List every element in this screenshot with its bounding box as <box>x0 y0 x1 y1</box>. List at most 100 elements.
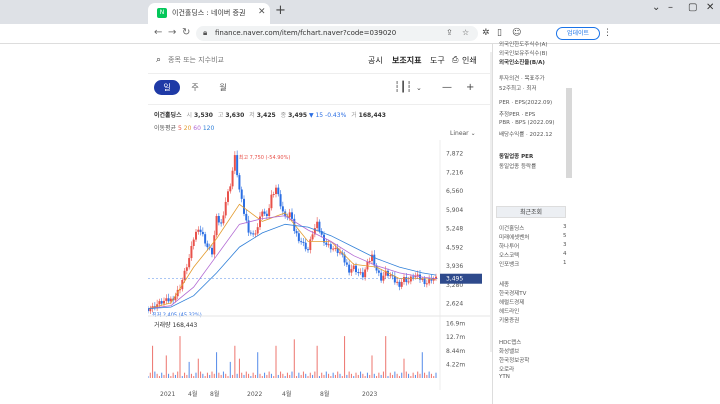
candle-body <box>407 281 410 283</box>
related-item[interactable]: 헤드라인 <box>499 307 519 315</box>
window-collapse-icon[interactable]: ⌄ <box>652 2 660 13</box>
candle-body <box>190 246 193 259</box>
address-bar[interactable]: 🔒︎ finance.naver.com/item/fchart.naver?c… <box>196 26 478 41</box>
volume-bar <box>289 374 291 378</box>
volume-bar <box>190 373 192 378</box>
related-item[interactable]: 세종 <box>499 280 509 288</box>
compare-search-input[interactable] <box>168 53 288 67</box>
volume-tick-label: 4.22m <box>446 361 465 368</box>
price-chart[interactable]: 7,8727,2166,5605,9045,2484,5923,9363,280… <box>148 140 492 404</box>
volume-bar <box>392 374 394 378</box>
related-item[interactable]: 키움증권 <box>499 316 519 324</box>
menu-indicators[interactable]: 보조지표 <box>392 55 421 66</box>
chevron-down-icon[interactable]: ⌄ <box>416 84 422 92</box>
menu-tools[interactable]: 도구 <box>430 55 445 66</box>
candle-body <box>149 308 152 312</box>
scale-toggle[interactable]: Linear ⌄ <box>450 130 476 137</box>
candle-body <box>229 186 232 192</box>
volume-bar <box>252 372 254 378</box>
volume-bar <box>220 374 222 378</box>
sidepanel-icon[interactable]: ▯ <box>497 28 502 38</box>
bookmark-star-icon[interactable]: ☆ <box>462 28 469 37</box>
zoom-out-icon[interactable]: — <box>442 82 452 93</box>
candle-body <box>261 211 264 217</box>
recent-item[interactable]: 미래에셋벤처 <box>499 233 529 241</box>
volume-bar <box>238 358 240 378</box>
sidebar-scrollbar[interactable] <box>566 88 572 178</box>
volume-bar <box>355 372 357 378</box>
candle-body <box>423 278 426 284</box>
candle-body <box>350 269 353 273</box>
candlestick-type-icon[interactable]: ┆┃┆ <box>394 82 412 93</box>
volume-bar <box>213 373 215 378</box>
related-item[interactable]: YTN <box>499 374 510 380</box>
volume-bar <box>293 339 295 378</box>
search-icon[interactable]: ⌕ <box>156 55 161 65</box>
related-item[interactable]: 헤럴드경제 <box>499 298 524 306</box>
recent-item[interactable]: 이건홀딩스 <box>499 224 524 232</box>
related-item[interactable]: HDC랩스 <box>499 338 521 346</box>
sidebar-item[interactable]: 동일업종 등락률 <box>499 162 536 170</box>
related-item[interactable]: 한국정보공학 <box>499 356 529 364</box>
volume-bar <box>312 374 314 378</box>
sidebar-item[interactable]: 동일업종 PER <box>499 152 533 160</box>
profile-avatar-icon[interactable]: ☺ <box>512 28 521 38</box>
volume-bar <box>401 372 403 378</box>
low-annotation: 최저 2,405 (45.32%) <box>152 312 202 319</box>
candle-body <box>256 227 259 234</box>
new-tab-icon[interactable]: + <box>275 3 286 18</box>
volume-bar <box>273 376 275 378</box>
tab-recent[interactable]: 최근조회 <box>496 206 566 218</box>
back-icon[interactable]: ← <box>154 27 162 38</box>
volume-bar <box>364 376 366 378</box>
recent-item[interactable]: 인포뱅크 <box>499 260 519 268</box>
update-button[interactable]: 업데이트 <box>556 27 600 40</box>
window-close-icon[interactable]: ✕ <box>706 2 714 13</box>
tab-close-icon[interactable]: ✕ <box>258 7 266 17</box>
reload-icon[interactable]: ↻ <box>182 27 190 38</box>
period-tab-day[interactable]: 일 <box>154 80 180 95</box>
naver-favicon-icon: N <box>157 8 167 18</box>
forward-icon[interactable]: → <box>168 27 176 38</box>
volume-bar <box>165 355 167 378</box>
share-icon[interactable]: ⇪ <box>446 28 453 37</box>
window-minimize-icon[interactable]: – <box>668 2 673 13</box>
more-menu-icon[interactable]: ⋮ <box>603 28 612 38</box>
ma-legend-item[interactable]: 20 <box>182 125 192 132</box>
candle-body <box>211 247 213 255</box>
volume-bar <box>410 376 412 378</box>
period-tab-week[interactable]: 주 <box>182 80 208 95</box>
recent-item[interactable]: 하나투어 <box>499 242 519 250</box>
window-maximize-icon[interactable]: ▢ <box>688 2 697 13</box>
volume-tick-label: 12.7m <box>446 334 465 341</box>
period-tab-month[interactable]: 월 <box>210 80 236 95</box>
volume-bar <box>218 372 220 378</box>
volume-bar <box>261 376 263 378</box>
related-item[interactable]: 오로라 <box>499 365 514 373</box>
related-item[interactable]: 화성밸브 <box>499 347 519 355</box>
ma-legend-item[interactable]: 60 <box>191 125 201 132</box>
menu-disclosure[interactable]: 공시 <box>368 55 383 66</box>
candle-body <box>334 247 337 249</box>
tab-title: 이건홀딩스 : 네이버 증권 <box>172 9 246 17</box>
volume-bar <box>200 371 202 378</box>
volume-bar <box>216 352 218 378</box>
browser-tab[interactable]: N 이건홀딩스 : 네이버 증권 ✕ <box>148 3 270 24</box>
related-item[interactable]: 한국경제TV <box>499 289 526 297</box>
ma-legend-item[interactable]: 120 <box>201 125 214 132</box>
candle-body <box>224 201 227 216</box>
volume-bar <box>305 373 307 378</box>
candle-body <box>357 272 360 274</box>
volume-bar <box>307 376 309 378</box>
recent-item[interactable]: 오스코텍 <box>499 251 519 259</box>
print-icon[interactable]: ⎙ <box>452 55 458 65</box>
sidebar-item: 투자의견 · 목표주가 <box>499 76 545 82</box>
volume-bar <box>341 376 343 378</box>
menu-print[interactable]: 인쇄 <box>462 55 477 66</box>
price-tick-label: 7,872 <box>446 151 463 158</box>
volume-bar <box>236 373 238 378</box>
zoom-in-icon[interactable]: + <box>466 82 474 93</box>
candle-body <box>195 231 197 240</box>
extensions-icon[interactable]: ✲ <box>482 28 490 38</box>
volume-bar <box>296 376 298 378</box>
